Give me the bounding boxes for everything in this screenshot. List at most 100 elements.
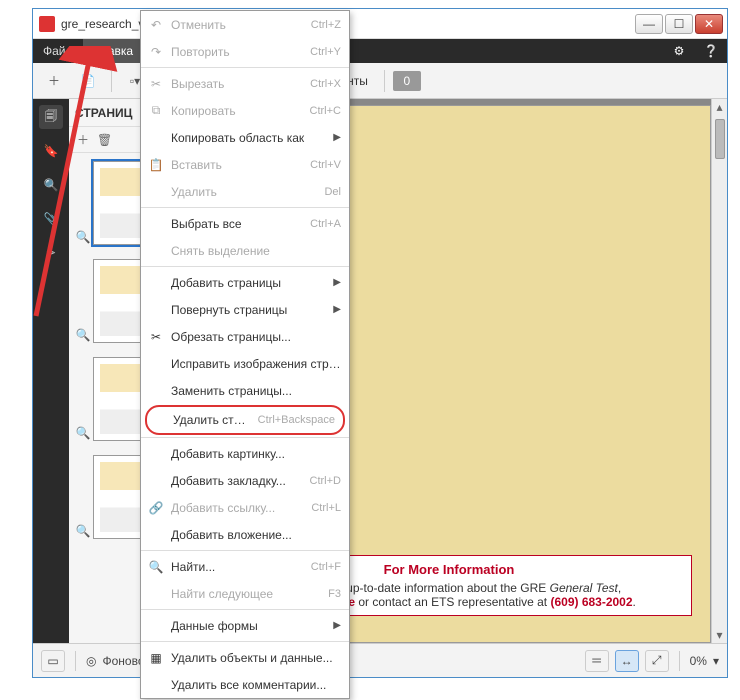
menu-item[interactable]: Добавить картинку... [141, 440, 349, 467]
menu-item-icon: ✂ [147, 330, 165, 344]
fit-width-icon[interactable]: ↔ [615, 650, 639, 672]
menu-file[interactable]: Файл [33, 39, 83, 63]
menu-item[interactable]: Повернуть страницы▶ [141, 296, 349, 323]
menu-item[interactable]: Выбрать все Ctrl+A [141, 210, 349, 237]
signatures-tab-icon[interactable]: ✒ [39, 241, 63, 265]
title-bar: gre_research_va — ☐ ✕ [33, 9, 727, 39]
menu-item-shortcut: Ctrl+C [310, 105, 341, 117]
menu-item-label: Обрезать страницы... [171, 330, 341, 344]
thumb-zoom-icon[interactable]: 🔍 [75, 523, 91, 539]
minimize-button[interactable]: — [635, 14, 663, 34]
menu-item-shortcut: Del [324, 186, 341, 198]
add-page-icon[interactable]: ＋ [77, 131, 89, 148]
submenu-arrow-icon: ▶ [333, 277, 341, 288]
menu-item-label: Повторить [171, 45, 300, 59]
menu-item-label: Добавить картинку... [171, 447, 341, 461]
menu-item: Найти следующееF3 [141, 580, 349, 607]
menu-item[interactable]: Добавить страницы ▶ [141, 269, 349, 296]
window-buttons: — ☐ ✕ [635, 14, 723, 34]
menu-item-icon: ↶ [147, 18, 165, 32]
menu-item[interactable]: Заменить страницы... [141, 377, 349, 404]
menu-item-label: Копировать [171, 104, 300, 118]
new-button[interactable]: ＋ [39, 67, 69, 95]
scroll-down-icon[interactable]: ▾ [712, 627, 727, 643]
chevron-down-icon: ▾ [713, 654, 719, 668]
search-tab-icon[interactable]: 🔍 [39, 173, 63, 197]
menu-item-icon: ▦ [147, 651, 165, 665]
app-window: gre_research_va — ☐ ✕ Файл Правка ⚙ ❔ ＋ … [32, 8, 728, 678]
comments-button[interactable]: 0 [393, 71, 421, 91]
menu-item[interactable]: ▦ Удалить объекты и данные... [141, 644, 349, 671]
settings-gear-icon[interactable]: ⚙ [663, 39, 695, 63]
menu-item[interactable]: Данные формы▶ [141, 612, 349, 639]
menu-item-label: Заменить страницы... [171, 384, 341, 398]
menu-item: Удалить Del [141, 178, 349, 205]
menu-item[interactable]: Копировать область как ▶ [141, 124, 349, 151]
menu-item-shortcut: Ctrl+Z [311, 19, 341, 31]
thumb-zoom-icon[interactable]: 🔍 [75, 229, 91, 245]
zoom-control[interactable]: 0% ▾ [690, 654, 719, 668]
menu-item[interactable]: Добавить вложение... [141, 521, 349, 548]
fit-page-icon[interactable]: ⤢ [645, 650, 669, 672]
menu-item-icon: 🔍 [147, 560, 165, 574]
bookmarks-tab-icon[interactable]: 🔖 [39, 139, 63, 163]
layout-single-icon[interactable]: ▭ [41, 650, 65, 672]
menu-item-label: Добавить ссылку... [171, 501, 301, 515]
attachments-tab-icon[interactable]: 📎 [39, 207, 63, 231]
pages-tab-icon[interactable]: 🗐 [39, 105, 63, 129]
menu-item-shortcut: Ctrl+A [310, 218, 341, 230]
menu-item-label: Данные формы [171, 619, 327, 633]
menu-item-shortcut: Ctrl+D [310, 475, 341, 487]
edit-menu-dropdown: ↶ОтменитьCtrl+Z↷ПовторитьCtrl+Y✂Вырезать… [140, 10, 350, 699]
thumb-zoom-icon[interactable]: 🔍 [75, 425, 91, 441]
thumb-zoom-icon[interactable]: 🔍 [75, 327, 91, 343]
open-button[interactable]: 📄 [73, 67, 103, 95]
menu-item[interactable]: 🔍 Найти... Ctrl+F [141, 553, 349, 580]
menu-item-shortcut: Ctrl+X [310, 78, 341, 90]
side-icon-strip: 🗐 🔖 🔍 📎 ✒ [33, 99, 69, 643]
vertical-scrollbar[interactable]: ▴ ▾ [711, 99, 727, 643]
scroll-up-icon[interactable]: ▴ [712, 99, 727, 115]
menu-item-icon: 📋 [147, 158, 165, 172]
menu-item: ⧉ Копировать Ctrl+C [141, 97, 349, 124]
close-button[interactable]: ✕ [695, 14, 723, 34]
menu-item-label: Повернуть страницы [171, 303, 327, 317]
menu-item-shortcut: Ctrl+Y [310, 46, 341, 58]
menu-edit[interactable]: Правка [83, 39, 144, 63]
menu-item-label: Копировать область как [171, 131, 327, 145]
menu-item: ✂ВырезатьCtrl+X [141, 70, 349, 97]
menu-item[interactable]: Удалить страницы... Ctrl+Backspace [145, 405, 345, 435]
status-bar: ▭ ◎ Фоновое расп... ＝ ↔ ⤢ 0% ▾ [33, 643, 727, 677]
menu-bar: Файл Правка ⚙ ❔ [33, 39, 727, 63]
menu-item-label: Найти... [171, 560, 301, 574]
menu-item-label: Удалить страницы... [173, 413, 248, 427]
toolbar: ＋ 📄 ▫▾ ⟳▾ ✂ ✦ ✖ Инструменты 0 [33, 63, 727, 99]
menu-item-label: Исправить изображения страниц... [171, 357, 341, 371]
menu-item[interactable]: ✂ Обрезать страницы... [141, 323, 349, 350]
fit-height-icon[interactable]: ＝ [585, 650, 609, 672]
menu-item-label: Удалить объекты и данные... [171, 651, 341, 665]
menu-item-icon: ⧉ [147, 103, 165, 118]
menu-item-icon: ✂ [147, 77, 165, 91]
submenu-arrow-icon: ▶ [333, 132, 341, 143]
menu-item[interactable]: Добавить закладку... Ctrl+D [141, 467, 349, 494]
scroll-thumb[interactable] [715, 119, 725, 159]
menu-item-label: Выбрать все [171, 217, 300, 231]
menu-item: ↷ПовторитьCtrl+Y [141, 38, 349, 65]
menu-item-shortcut: Ctrl+Backspace [258, 414, 335, 426]
menu-item-label: Снять выделение [171, 244, 341, 258]
menu-item[interactable]: Удалить все комментарии... [141, 671, 349, 698]
menu-item: ↶ОтменитьCtrl+Z [141, 11, 349, 38]
help-icon[interactable]: ❔ [695, 39, 727, 63]
maximize-button[interactable]: ☐ [665, 14, 693, 34]
menu-item-shortcut: Ctrl+V [310, 159, 341, 171]
menu-item-shortcut: Ctrl+F [311, 561, 341, 573]
comments-count: 0 [404, 74, 411, 88]
menu-item-shortcut: F3 [328, 588, 341, 600]
delete-page-icon[interactable]: 🗑 [97, 133, 112, 147]
menu-item-label: Добавить страницы [171, 276, 327, 290]
menu-item-label: Удалить [171, 185, 314, 199]
menu-item-label: Удалить все комментарии... [171, 678, 341, 692]
menu-item[interactable]: Исправить изображения страниц... [141, 350, 349, 377]
menu-item-label: Добавить закладку... [171, 474, 300, 488]
